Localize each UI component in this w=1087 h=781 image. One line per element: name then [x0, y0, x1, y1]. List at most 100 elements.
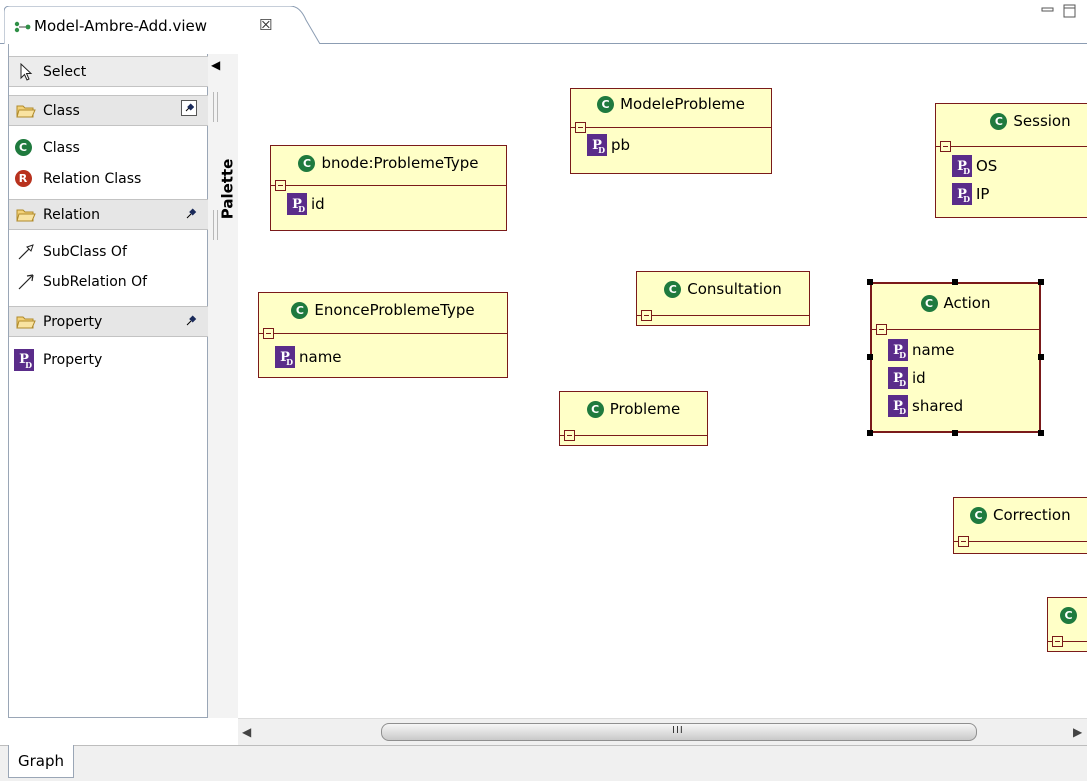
class-node-session[interactable]: C Session P D OS P D IP — [935, 103, 1087, 218]
editor-tab[interactable]: Model-Ambre-Add.view ☒ — [4, 6, 320, 44]
scrollbar-grip: III — [672, 725, 684, 736]
collapse-toggle[interactable] — [958, 536, 969, 547]
attribute-name: IP — [976, 185, 990, 203]
minimize-icon[interactable] — [1040, 4, 1056, 18]
collapse-toggle[interactable] — [263, 328, 274, 339]
diagram-view-icon — [14, 21, 32, 37]
palette-grip-lower[interactable] — [213, 210, 218, 240]
resize-handle[interactable] — [867, 430, 873, 436]
tool-relation-class[interactable]: R Relation Class — [9, 163, 209, 194]
property-icon: PD — [14, 348, 34, 371]
relation-class-icon: R — [14, 170, 32, 187]
palette-panel: Select Class C Class R Relation Class Re… — [8, 54, 209, 718]
drawer-class-label: Class — [43, 102, 80, 119]
class-icon: C — [586, 400, 604, 418]
class-node-bnode-problemetype[interactable]: Cbnode:ProblemeType P Did — [270, 145, 507, 231]
property-icon: PD — [888, 395, 908, 417]
tool-subrelation-of[interactable]: SubRelation Of — [9, 266, 209, 297]
tab-graph[interactable]: Graph — [8, 745, 74, 778]
folder-open-icon — [15, 204, 37, 226]
attribute-name: name — [912, 341, 955, 359]
horizontal-scrollbar[interactable]: ◀ III ▶ — [238, 718, 1087, 745]
class-node-action[interactable]: C Action P Dname P Did P Dshared — [870, 282, 1041, 433]
drawer-property[interactable]: Property — [9, 306, 209, 337]
drawer-relation[interactable]: Relation — [9, 199, 209, 230]
property-icon: PD — [275, 346, 295, 368]
tool-subclass-of-label: SubClass Of — [43, 243, 127, 260]
class-node-enonceproblemetype[interactable]: C EnonceProblemeType P Dname — [258, 292, 508, 378]
tool-subrelation-of-label: SubRelation Of — [43, 273, 148, 290]
attribute-name: id — [311, 195, 325, 213]
collapse-toggle[interactable] — [575, 122, 586, 133]
tool-class[interactable]: C Class — [9, 132, 209, 163]
class-icon: C — [920, 294, 938, 312]
collapse-toggle[interactable] — [940, 141, 951, 152]
tool-subclass-of[interactable]: SubClass Of — [9, 236, 209, 267]
palette-grip[interactable] — [213, 92, 218, 122]
class-icon: C — [291, 301, 309, 319]
class-name: Consultation — [687, 280, 782, 298]
class-icon: C — [990, 112, 1008, 130]
attribute-row[interactable]: P Did — [872, 364, 1039, 392]
class-name: Action — [943, 294, 991, 312]
collapse-toggle[interactable] — [1052, 636, 1063, 647]
maximize-icon[interactable] — [1062, 4, 1078, 18]
collapse-toggle[interactable] — [564, 430, 575, 441]
class-node-correction[interactable]: C Correction — [953, 497, 1087, 554]
select-tool[interactable]: Select — [9, 56, 209, 87]
palette-sidebar-strip — [208, 54, 238, 718]
tab-graph-label: Graph — [17, 752, 64, 770]
collapse-arrow-icon[interactable]: ◀ — [211, 58, 220, 72]
attribute-row[interactable]: P Dname — [259, 343, 507, 371]
class-icon: C — [597, 95, 615, 113]
pin-icon[interactable] — [181, 100, 197, 116]
collapse-toggle[interactable] — [641, 310, 652, 321]
resize-handle[interactable] — [1038, 354, 1044, 360]
class-name: ModeleProbleme — [620, 95, 745, 113]
resize-handle[interactable] — [867, 354, 873, 360]
drawer-relation-label: Relation — [43, 206, 100, 223]
class-icon: C — [298, 154, 316, 172]
scroll-left-arrow-icon[interactable]: ◀ — [242, 725, 251, 739]
class-node-consultation[interactable]: C Consultation — [636, 271, 810, 326]
resize-handle[interactable] — [952, 279, 958, 285]
resize-handle[interactable] — [867, 279, 873, 285]
subrelation-arrow-icon — [15, 271, 37, 293]
tool-property[interactable]: PD Property — [9, 344, 209, 375]
class-node-probleme[interactable]: C Probleme — [559, 391, 708, 446]
attribute-row[interactable]: P Did — [271, 190, 506, 218]
class-name: Probleme — [609, 400, 681, 418]
class-node-modeleprobleme[interactable]: C ModeleProbleme P Dpb — [570, 88, 772, 174]
class-node-partial[interactable]: C — [1047, 597, 1087, 652]
palette-label: Palette — [218, 158, 237, 220]
scroll-right-arrow-icon[interactable]: ▶ — [1073, 725, 1082, 739]
resize-handle[interactable] — [1038, 430, 1044, 436]
folder-open-icon — [15, 100, 37, 122]
attribute-name: OS — [976, 157, 998, 175]
collapse-toggle[interactable] — [275, 180, 286, 191]
collapse-toggle[interactable] — [876, 324, 887, 335]
tool-property-label: Property — [43, 351, 103, 368]
class-name: Session — [1013, 112, 1071, 130]
bottom-tab-bar: Graph — [0, 745, 1087, 781]
class-icon: C — [1060, 606, 1077, 624]
property-icon: PD — [952, 183, 972, 205]
attribute-row[interactable]: P Dpb — [571, 131, 771, 159]
attribute-row[interactable]: P Dname — [872, 336, 1039, 364]
drawer-class[interactable]: Class — [9, 95, 209, 126]
attribute-row[interactable]: P Dshared — [872, 392, 1039, 420]
pin-icon[interactable] — [185, 315, 197, 331]
property-icon: PD — [888, 367, 908, 389]
tool-class-label: Class — [43, 139, 80, 156]
resize-handle[interactable] — [952, 430, 958, 436]
resize-handle[interactable] — [1038, 279, 1044, 285]
attribute-row[interactable]: P D IP — [936, 180, 1087, 208]
pin-icon[interactable] — [185, 208, 197, 224]
close-icon[interactable]: ☒ — [259, 16, 272, 34]
class-name: EnonceProblemeType — [314, 301, 475, 319]
attribute-name: name — [299, 348, 342, 366]
attribute-row[interactable]: P D OS — [936, 152, 1087, 180]
tool-relation-class-label: Relation Class — [43, 170, 142, 187]
attribute-name: shared — [912, 397, 964, 415]
scrollbar-thumb[interactable]: III — [381, 723, 977, 741]
